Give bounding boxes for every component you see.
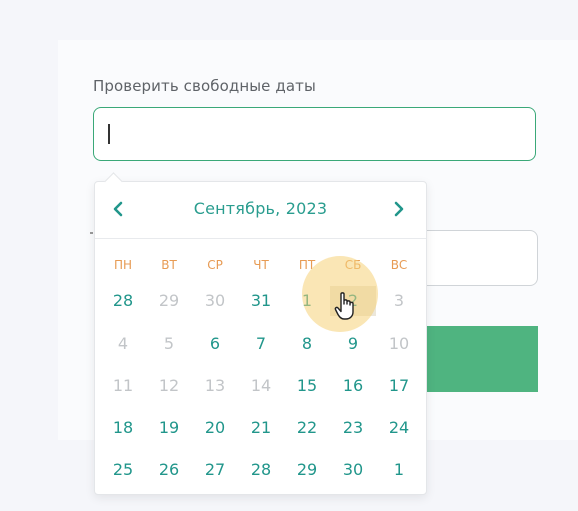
- calendar-day[interactable]: 8: [284, 329, 330, 359]
- calendar-day: 4: [117, 334, 129, 353]
- calendar-day[interactable]: 17: [376, 371, 422, 401]
- calendar-day[interactable]: 16: [330, 371, 376, 401]
- month-title[interactable]: Сентябрь, 2023: [95, 199, 426, 218]
- calendar-day[interactable]: 24: [376, 413, 422, 443]
- calendar-day: 10: [388, 334, 410, 353]
- check-dates-label: Проверить свободные даты: [93, 77, 316, 95]
- calendar-day[interactable]: 15: [284, 371, 330, 401]
- calendar-day[interactable]: 30: [330, 455, 376, 485]
- calendar-day[interactable]: 22: [284, 413, 330, 443]
- weekday-label: ВТ: [161, 258, 177, 272]
- calendar-day[interactable]: 20: [192, 413, 238, 443]
- calendar-day: 14: [250, 376, 272, 395]
- calendar-day[interactable]: 25: [100, 455, 146, 485]
- calendar-day[interactable]: 7: [238, 329, 284, 359]
- weekday-label: СБ: [344, 258, 362, 272]
- datepicker-popup: Сентябрь, 2023 ПН ВТ СР ЧТ ПТ СБ ВС 28 29 30 31 1 2…: [94, 181, 427, 495]
- calendar-day: 30: [204, 291, 226, 310]
- calendar-day[interactable]: 31: [238, 286, 284, 316]
- weekday-label: ВС: [390, 258, 408, 272]
- calendar-day: 13: [204, 376, 226, 395]
- calendar-day[interactable]: 1: [376, 455, 422, 485]
- calendar-day[interactable]: 18: [100, 413, 146, 443]
- weekday-label: СР: [207, 258, 223, 272]
- calendar-day: 12: [158, 376, 180, 395]
- calendar-day[interactable]: 29: [284, 455, 330, 485]
- calendar-day[interactable]: 23: [330, 413, 376, 443]
- text-caret: [108, 124, 110, 144]
- calendar-day[interactable]: 28: [100, 286, 146, 316]
- calendar-day[interactable]: 27: [192, 455, 238, 485]
- calendar-day[interactable]: 28: [238, 455, 284, 485]
- calendar-day: 11: [112, 376, 134, 395]
- calendar-day[interactable]: 21: [238, 413, 284, 443]
- calendar-day: 5: [163, 334, 175, 353]
- calendar-header: Сентябрь, 2023: [95, 182, 426, 239]
- weekday-label: ПТ: [298, 258, 316, 272]
- calendar-day[interactable]: 2: [330, 286, 376, 316]
- calendar-day[interactable]: 26: [146, 455, 192, 485]
- weekday-label: ПН: [113, 258, 133, 272]
- submit-button[interactable]: [420, 326, 538, 392]
- calendar-day: 3: [393, 291, 405, 310]
- date-input[interactable]: [93, 107, 536, 161]
- field-edge-mark: [90, 232, 93, 234]
- weekday-label: ЧТ: [253, 258, 269, 272]
- calendar-day[interactable]: 9: [330, 329, 376, 359]
- chevron-right-icon: [394, 201, 404, 217]
- next-month-button[interactable]: [388, 194, 412, 224]
- calendar-day[interactable]: 19: [146, 413, 192, 443]
- calendar-day: 29: [158, 291, 180, 310]
- calendar-day[interactable]: 6: [192, 329, 238, 359]
- calendar-day[interactable]: 1: [284, 286, 330, 316]
